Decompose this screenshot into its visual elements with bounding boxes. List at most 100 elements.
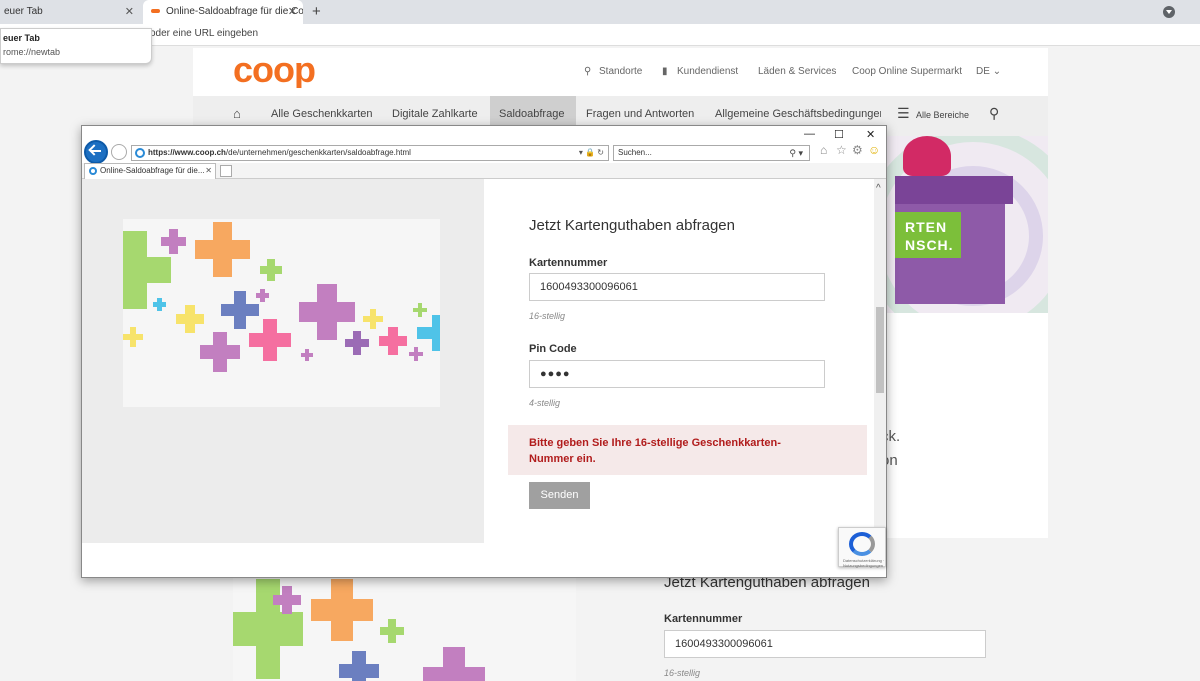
- plus-shape: [123, 327, 143, 347]
- search-icon[interactable]: ⚲: [989, 105, 999, 122]
- ie-content-area: Jetzt Kartenguthaben abfragen Kartennumm…: [82, 179, 886, 543]
- recaptcha-links[interactable]: Datenschutzerklärung · Nutzungsbedingung…: [843, 558, 885, 568]
- plus-shape: [339, 651, 379, 681]
- recaptcha-badge[interactable]: Datenschutzerklärung · Nutzungsbedingung…: [838, 527, 886, 568]
- lower-card-input[interactable]: 1600493300096061: [664, 630, 986, 658]
- scroll-up-icon[interactable]: ^: [876, 183, 881, 194]
- smiley-feedback-icon[interactable]: ☺: [868, 143, 880, 157]
- nav-alle-bereiche[interactable]: Alle Bereiche: [916, 110, 969, 120]
- svg-text:coop: coop: [233, 54, 315, 88]
- ie-search-box[interactable]: Suchen... ⚲ ▾: [613, 145, 810, 161]
- chrome-tab-new-tab[interactable]: euer Tab ✕: [0, 0, 140, 24]
- top-link-kundendienst[interactable]: Kundendienst: [677, 66, 738, 77]
- tab-search-icon[interactable]: [1163, 6, 1175, 18]
- plus-shape: [379, 327, 407, 355]
- nav-agb[interactable]: Allgemeine Geschäftsbedingungen: [715, 108, 881, 120]
- gift-box-illustration: RTEN NSCH.: [895, 176, 1013, 304]
- close-icon[interactable]: ✕: [125, 0, 134, 24]
- omnibox-suggestion[interactable]: euer Tab rome://newtab: [0, 28, 152, 64]
- scrollbar-thumb[interactable]: [876, 307, 884, 393]
- gear-icon[interactable]: ⚙: [852, 143, 863, 157]
- nav-digitale-zahlkarte[interactable]: Digitale Zahlkarte: [392, 108, 478, 120]
- close-icon[interactable]: ✕: [205, 164, 212, 178]
- image-panel: [82, 179, 484, 543]
- location-pin-icon: ⚲: [584, 66, 592, 77]
- lower-card-hint: 16-stellig: [664, 668, 701, 678]
- home-icon[interactable]: ⌂: [233, 106, 241, 121]
- plus-shape: [417, 315, 440, 351]
- maximize-icon[interactable]: ☐: [834, 128, 844, 141]
- close-icon[interactable]: ✕: [866, 128, 875, 141]
- plus-shape: [345, 331, 369, 355]
- language-label: DE: [976, 66, 990, 77]
- card-number-label: Kartennummer: [529, 257, 608, 269]
- gift-label-line-1: RTEN: [905, 219, 948, 235]
- omnibox[interactable]: oder eine URL eingeben: [0, 24, 1200, 46]
- plus-shape: [153, 298, 166, 311]
- plus-shape: [260, 259, 282, 281]
- top-link-laeden[interactable]: Läden & Services: [758, 66, 836, 77]
- giftcard-image: [123, 219, 440, 407]
- chrome-tab-strip: euer Tab ✕ Online-Saldoabfrage für die C…: [0, 0, 1200, 24]
- pin-code-label: Pin Code: [529, 343, 577, 355]
- menu-icon[interactable]: ☰: [897, 105, 910, 122]
- form-title: Jetzt Kartenguthaben abfragen: [529, 217, 735, 234]
- plus-shape: [176, 305, 204, 333]
- ie-address-bar[interactable]: https://www.coop.ch/de/unternehmen/gesch…: [131, 145, 609, 161]
- scrollbar[interactable]: ^: [874, 179, 886, 543]
- plus-shape: [423, 647, 485, 681]
- address-host: https://www.coop.ch: [148, 148, 226, 157]
- ie-window: — ☐ ✕ https://www.coop.ch/de/unternehmen…: [81, 125, 887, 578]
- close-icon[interactable]: ✕: [288, 0, 297, 24]
- ie-tab-row: Online-Saldoabfrage für die... ✕: [82, 163, 886, 179]
- plus-shape: [363, 309, 383, 329]
- suggestion-title: euer Tab: [3, 33, 40, 43]
- forward-arrow-icon[interactable]: [111, 144, 127, 160]
- ie-new-tab-button[interactable]: [220, 165, 232, 177]
- address-path: /de/unternehmen/geschenkkarten/saldoabfr…: [225, 148, 411, 157]
- info-icon: ▮: [662, 66, 668, 77]
- nav-fragen-antworten[interactable]: Fragen und Antworten: [586, 108, 694, 120]
- pin-code-input[interactable]: ●●●●: [529, 360, 825, 388]
- plus-shape: [200, 332, 240, 372]
- chrome-tab-label: Online-Saldoabfrage für die Coop: [166, 6, 303, 17]
- search-placeholder: Suchen...: [618, 148, 652, 157]
- search-icon[interactable]: ⚲ ▾: [789, 146, 803, 160]
- ie-title-bar: — ☐ ✕: [82, 126, 886, 146]
- error-message: Bitte geben Sie Ihre 16-stellige Geschen…: [508, 425, 867, 475]
- gift-lid: [895, 176, 1013, 204]
- address-icons[interactable]: ▾ 🔒 ↻: [579, 146, 604, 160]
- gift-bow: [903, 136, 951, 176]
- plus-shape: [195, 222, 250, 277]
- plus-shape: [301, 349, 313, 361]
- omnibox-placeholder: oder eine URL eingeben: [150, 28, 259, 39]
- language-select[interactable]: DE ⌄: [976, 66, 1001, 77]
- suggestion-url: rome://newtab: [3, 47, 61, 57]
- back-arrow-icon[interactable]: [84, 140, 108, 164]
- top-link-online-supermarkt[interactable]: Coop Online Supermarkt: [852, 66, 962, 77]
- nav-saldoabfrage[interactable]: Saldoabfrage: [499, 108, 564, 120]
- new-tab-button[interactable]: +: [312, 0, 321, 24]
- ie-tab-saldoabfrage[interactable]: Online-Saldoabfrage für die... ✕: [84, 163, 216, 179]
- card-number-input[interactable]: 1600493300096061: [529, 273, 825, 301]
- nav-alle-geschenkkarten[interactable]: Alle Geschenkkarten: [271, 108, 373, 120]
- coop-favicon-icon: [151, 8, 160, 13]
- minimize-icon[interactable]: —: [804, 128, 815, 140]
- favorites-star-icon[interactable]: ☆: [836, 143, 847, 157]
- giftcard-image-background: [233, 571, 576, 681]
- submit-button[interactable]: Senden: [529, 482, 590, 509]
- plus-shape: [249, 319, 291, 361]
- chrome-tab-saldoabfrage[interactable]: Online-Saldoabfrage für die Coop ✕: [143, 0, 303, 24]
- plus-shape: [311, 579, 373, 641]
- home-icon[interactable]: ⌂: [820, 143, 827, 157]
- coop-logo[interactable]: coop: [233, 54, 333, 88]
- ie-page-icon: [89, 167, 97, 175]
- ie-tab-label: Online-Saldoabfrage für die...: [100, 166, 205, 175]
- plus-shape: [273, 586, 301, 614]
- plus-shape: [256, 289, 269, 302]
- pin-code-hint: 4-stellig: [529, 398, 561, 408]
- plus-shape: [380, 619, 404, 643]
- gift-label-line-2: NSCH.: [905, 237, 954, 253]
- hero-image: RTEN NSCH.: [883, 136, 1048, 313]
- top-link-standorte[interactable]: Standorte: [599, 66, 642, 77]
